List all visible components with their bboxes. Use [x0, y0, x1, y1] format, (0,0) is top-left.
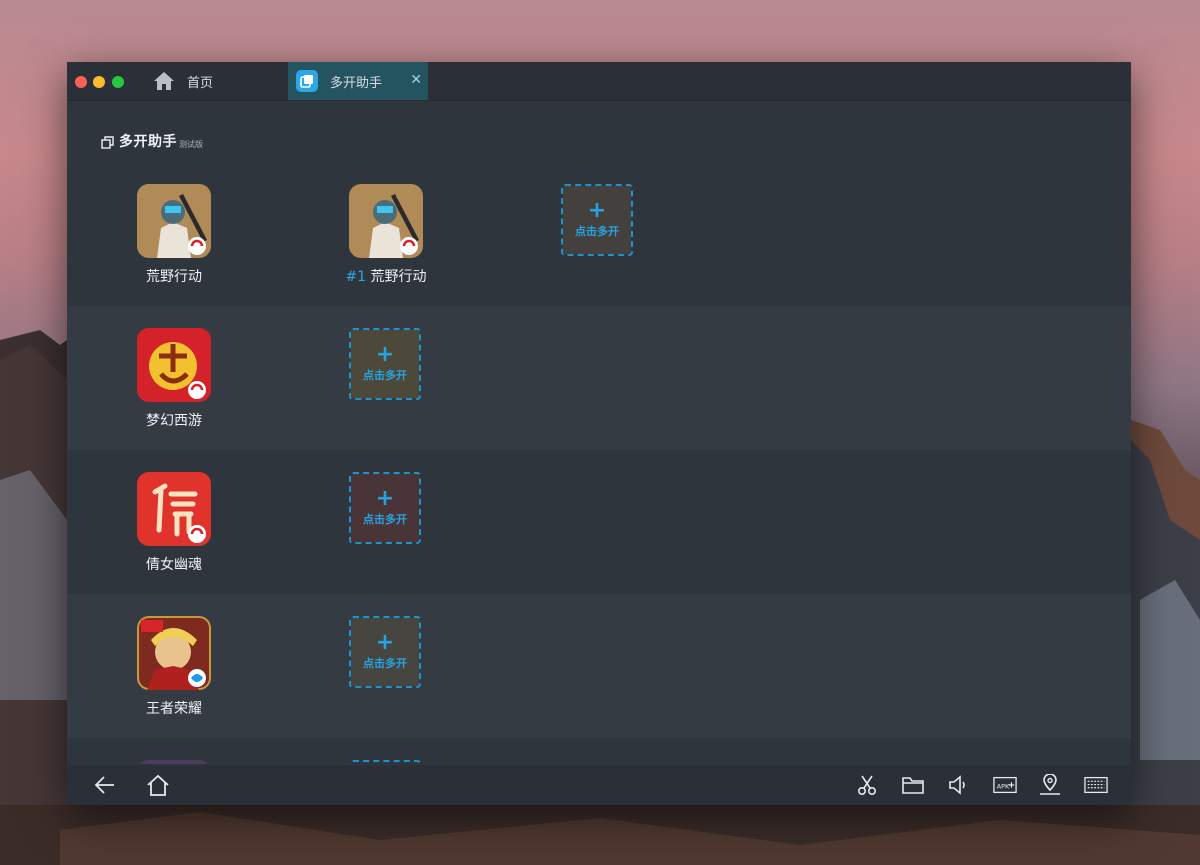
tab-multi-open[interactable]: 多开助手 ✕ [288, 62, 428, 100]
add-clone-button[interactable] [349, 760, 421, 764]
add-clone-button[interactable]: + 点击多开 [349, 328, 421, 400]
app-row: 倩女幽魂 + 点击多开 [67, 450, 1131, 594]
multi-open-content: 多开助手 测试版 荒野行动 #1 荒野行动 + 点击多开 梦幻西游 + 点击多开… [67, 101, 1131, 764]
clone-number: #1 [345, 269, 367, 285]
scissors-icon[interactable] [855, 773, 879, 797]
apk-install-icon[interactable]: APK [993, 773, 1017, 797]
app-knives-out[interactable]: 荒野行动 [114, 184, 234, 286]
app-name: 梦幻西游 [146, 413, 202, 429]
app-partial[interactable] [114, 760, 234, 764]
app-row: 梦幻西游 + 点击多开 [67, 306, 1131, 450]
keyboard-icon[interactable] [1084, 773, 1108, 797]
window-maximize-button[interactable] [112, 76, 124, 88]
home-icon [153, 71, 175, 91]
knives-out-game-icon [349, 184, 423, 258]
clone-knives-out-1[interactable]: #1 荒野行动 [326, 184, 446, 286]
app-chinese-ghost-story[interactable]: 倩女幽魂 [114, 472, 234, 574]
app-name: 王者荣耀 [146, 701, 202, 717]
add-clone-button[interactable]: + 点击多开 [561, 184, 633, 256]
copy-windows-icon [101, 136, 114, 149]
home-icon[interactable] [146, 773, 170, 797]
emulator-window: 首页 多开助手 ✕ 多开助手 测试版 荒野行动 #1 荒野行动 + 点击多开 梦… [67, 62, 1131, 805]
partial-game-icon [137, 760, 211, 764]
page-title: 多开助手 [119, 134, 177, 150]
app-fantasy-westward-journey[interactable]: 梦幻西游 [114, 328, 234, 430]
app-row: 王者荣耀 + 点击多开 [67, 594, 1131, 738]
beta-badge: 测试版 [179, 140, 203, 149]
title-bar: 首页 多开助手 ✕ [67, 62, 1131, 101]
add-clone-label: 点击多开 [575, 225, 619, 238]
plus-icon: + [587, 198, 607, 223]
tab-close-icon[interactable]: ✕ [410, 72, 422, 88]
chinese-ghost-story-game-icon [137, 472, 211, 546]
bottom-toolbar: APK [67, 765, 1131, 805]
back-arrow-icon[interactable] [93, 773, 117, 797]
clone-app-name: 荒野行动 [370, 269, 427, 285]
app-name: 荒野行动 [146, 269, 202, 285]
plus-icon: + [375, 630, 395, 655]
location-pin-icon[interactable] [1038, 773, 1062, 797]
window-close-button[interactable] [75, 76, 87, 88]
plus-icon: + [375, 342, 395, 367]
add-clone-button[interactable]: + 点击多开 [349, 616, 421, 688]
add-clone-button[interactable]: + 点击多开 [349, 472, 421, 544]
svg-text:APK: APK [997, 783, 1010, 791]
add-clone-label: 点击多开 [363, 513, 407, 526]
app-name: 倩女幽魂 [146, 557, 202, 573]
fantasy-westward-journey-game-icon [137, 328, 211, 402]
add-clone-label: 点击多开 [363, 657, 407, 670]
plus-icon: + [375, 486, 395, 511]
app-row [67, 738, 1131, 764]
window-minimize-button[interactable] [93, 76, 105, 88]
tab-home[interactable]: 首页 [153, 62, 287, 100]
tab-home-label: 首页 [187, 75, 214, 91]
volume-icon[interactable] [947, 773, 971, 797]
knives-out-game-icon [137, 184, 211, 258]
app-honor-of-kings[interactable]: 王者荣耀 [114, 616, 234, 718]
multi-open-app-icon [296, 70, 318, 92]
clone-name: #1 荒野行动 [326, 266, 446, 286]
folder-icon[interactable] [901, 773, 925, 797]
page-header: 多开助手 测试版 [101, 131, 203, 151]
honor-of-kings-game-icon [137, 616, 211, 690]
app-row: 荒野行动 #1 荒野行动 + 点击多开 [67, 162, 1131, 306]
tab-multi-open-label: 多开助手 [330, 75, 383, 91]
add-clone-label: 点击多开 [363, 369, 407, 382]
